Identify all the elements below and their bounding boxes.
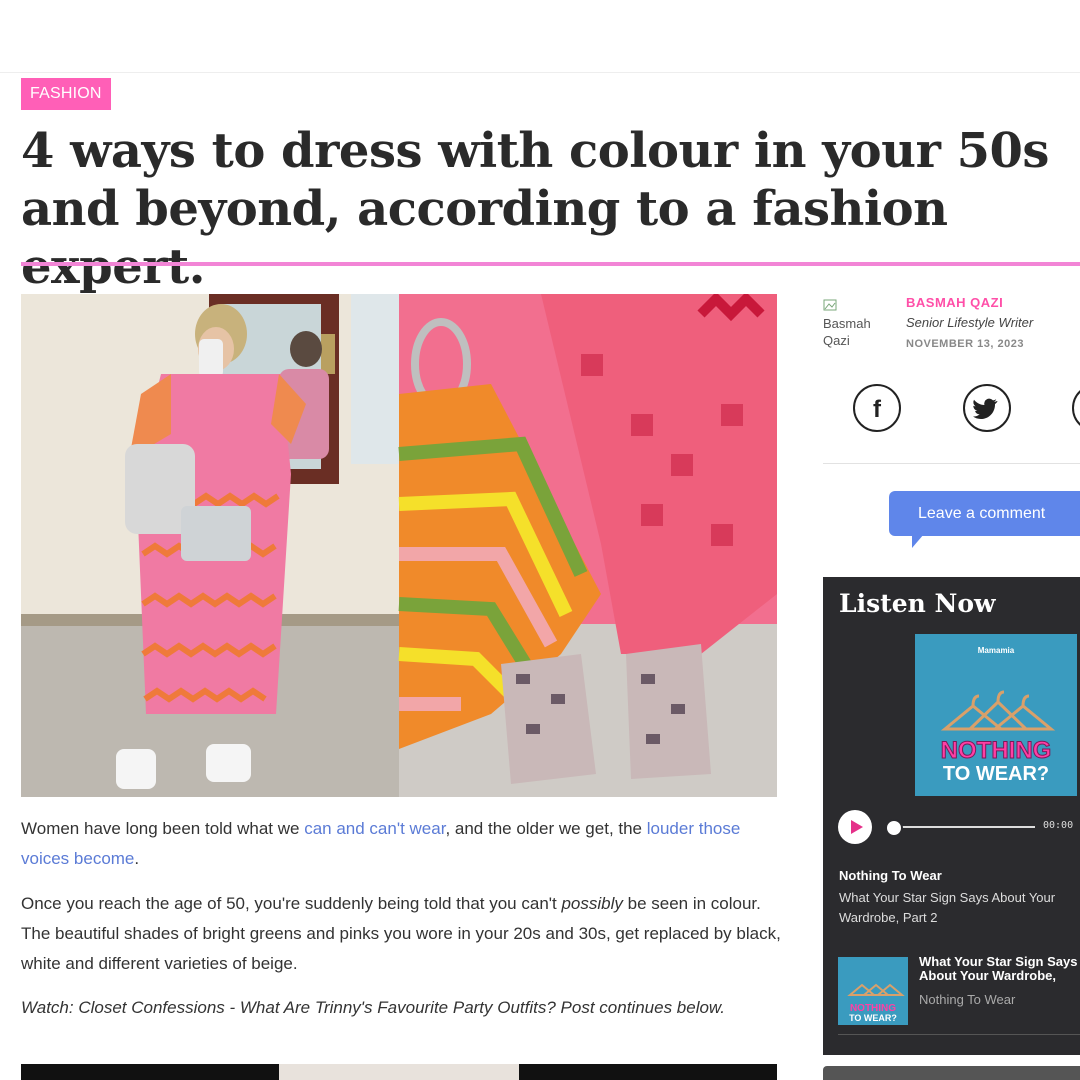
facebook-icon: f — [873, 396, 882, 423]
episode-title: What Your Star Sign Says About Your Ward… — [839, 890, 1056, 925]
category-tag[interactable]: FASHION — [21, 78, 111, 110]
speech-bubble-tail — [912, 534, 924, 548]
share-button[interactable] — [1072, 384, 1080, 432]
progress-handle[interactable] — [885, 819, 903, 837]
svg-text:NOTHING: NOTHING — [941, 737, 1052, 764]
show-name: Nothing To Wear — [839, 868, 942, 883]
svg-text:Mamamia: Mamamia — [978, 646, 1015, 655]
sidebar-next-widget — [823, 1066, 1080, 1080]
emphasis-text: possibly — [561, 894, 623, 913]
episode-divider — [838, 1034, 1080, 1035]
twitter-icon — [973, 398, 998, 419]
author-avatar: Basmah Qazi — [823, 298, 893, 349]
video-player[interactable] — [21, 1064, 777, 1080]
svg-text:f: f — [873, 396, 882, 423]
podcast-cover-art[interactable]: Mamamia NOTHING TO WEAR? — [915, 634, 1077, 796]
svg-text:TO WEAR?: TO WEAR? — [849, 1013, 897, 1023]
author-avatar-alt: Basmah Qazi — [823, 316, 871, 348]
article-paragraph: Women have long been told what we can an… — [21, 814, 781, 874]
playback-time: 00:00 — [1043, 820, 1074, 831]
author-name[interactable]: BASMAH QAZI — [906, 295, 1003, 310]
paragraph-text: . — [134, 849, 140, 868]
progress-track[interactable] — [893, 826, 1035, 828]
next-episode-show: Nothing To Wear — [919, 992, 1016, 1007]
widget-title: Listen Now — [839, 589, 996, 618]
site-header — [0, 0, 1080, 73]
article-paragraph: Once you reach the age of 50, you're sud… — [21, 889, 781, 979]
video-caption: Watch: Closet Confessions - What Are Tri… — [21, 998, 725, 1017]
hero-image — [21, 294, 777, 797]
publish-date: NOVEMBER 13, 2023 — [906, 338, 1024, 350]
twitter-share-button[interactable] — [963, 384, 1011, 432]
play-icon — [851, 820, 863, 834]
sidebar-divider — [823, 463, 1080, 464]
svg-text:TO WEAR?: TO WEAR? — [943, 763, 1049, 785]
video-thumbnail — [279, 1064, 519, 1080]
broken-image-icon — [823, 299, 837, 311]
article-headline: 4 ways to dress with colour in your 50s … — [21, 123, 1049, 295]
paragraph-text: , and the older we get, the — [445, 819, 647, 838]
next-episode-title[interactable]: What Your Star Sign Says About Your Ward… — [919, 955, 1080, 983]
author-role: Senior Lifestyle Writer — [906, 315, 1034, 330]
leave-comment-button[interactable]: Leave a comment — [889, 491, 1080, 536]
podcast-widget: Listen Now Mamamia NOTHING TO WEAR? 00:0… — [823, 577, 1080, 1055]
episode-thumbnail[interactable]: NOTHING TO WEAR? — [838, 957, 908, 1025]
link-can-and-cant-wear[interactable]: can and can't wear — [304, 819, 445, 838]
headline-divider — [21, 262, 1080, 266]
paragraph-text: Women have long been told what we — [21, 819, 305, 838]
paragraph-text: Once you reach the age of 50, you're sud… — [21, 894, 562, 913]
facebook-share-button[interactable]: f — [853, 384, 901, 432]
play-button[interactable] — [838, 810, 872, 844]
